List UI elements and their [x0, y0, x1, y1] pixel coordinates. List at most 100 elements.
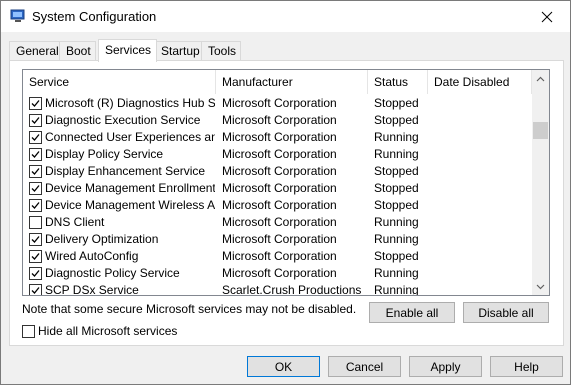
services-panel: Service Manufacturer Status Date Disable…	[9, 60, 564, 346]
scrollbar-thumb[interactable]	[533, 122, 548, 139]
service-checkbox[interactable]	[29, 233, 42, 246]
apply-button[interactable]: Apply	[409, 356, 482, 377]
service-status: Stopped	[374, 113, 419, 127]
service-manufacturer: Microsoft Corporation	[222, 198, 337, 212]
table-row[interactable]: Device Management Enrollment ... Microso…	[23, 180, 532, 197]
checkmark-icon	[31, 117, 40, 124]
table-row[interactable]: Display Policy Service Microsoft Corpora…	[23, 146, 532, 163]
service-manufacturer: Microsoft Corporation	[222, 147, 337, 161]
table-rows: Microsoft (R) Diagnostics Hub St... Micr…	[23, 95, 532, 296]
service-date-disabled	[434, 95, 529, 112]
vertical-scrollbar[interactable]	[532, 70, 549, 295]
service-status: Running	[374, 215, 419, 229]
table-row[interactable]: Diagnostic Execution Service Microsoft C…	[23, 112, 532, 129]
service-checkbox[interactable]	[29, 216, 42, 229]
service-name: Diagnostic Execution Service	[45, 113, 201, 127]
checkmark-icon	[31, 134, 40, 141]
service-checkbox[interactable]	[29, 284, 42, 295]
tab-boot[interactable]: Boot	[59, 41, 96, 61]
hide-microsoft-services-checkbox[interactable]	[22, 325, 35, 338]
service-date-disabled	[434, 146, 529, 163]
help-button[interactable]: Help	[490, 356, 563, 377]
service-checkbox[interactable]	[29, 148, 42, 161]
table-row[interactable]: Connected User Experiences an... Microso…	[23, 129, 532, 146]
secure-services-note: Note that some secure Microsoft services…	[22, 302, 357, 316]
hide-microsoft-services-label: Hide all Microsoft services	[38, 324, 178, 338]
service-manufacturer: Microsoft Corporation	[222, 96, 337, 110]
chevron-up-icon[interactable]	[532, 70, 549, 87]
services-list[interactable]: Service Manufacturer Status Date Disable…	[22, 69, 550, 296]
service-manufacturer: Microsoft Corporation	[222, 266, 337, 280]
tab-startup[interactable]: Startup	[154, 41, 205, 61]
service-name: Display Policy Service	[45, 147, 164, 161]
service-checkbox[interactable]	[29, 199, 42, 212]
service-status: Running	[374, 283, 419, 296]
service-checkbox[interactable]	[29, 182, 42, 195]
checkmark-icon	[31, 168, 40, 175]
column-header-date-disabled[interactable]: Date Disabled	[428, 70, 532, 94]
service-status: Stopped	[374, 249, 419, 263]
service-status: Stopped	[374, 198, 419, 212]
service-checkbox[interactable]	[29, 250, 42, 263]
service-manufacturer: Microsoft Corporation	[222, 130, 337, 144]
service-status: Running	[374, 232, 419, 246]
system-configuration-window: System Configuration General Boot Servic…	[0, 0, 571, 385]
table-row[interactable]: Delivery Optimization Microsoft Corporat…	[23, 231, 532, 248]
service-name: Device Management Enrollment ...	[45, 181, 215, 195]
checkmark-icon	[31, 202, 40, 209]
service-date-disabled	[434, 129, 529, 146]
service-status: Running	[374, 266, 419, 280]
service-date-disabled	[434, 282, 529, 295]
service-date-disabled	[434, 265, 529, 282]
tab-general[interactable]: General	[9, 41, 60, 61]
tab-tools[interactable]: Tools	[201, 41, 241, 61]
service-manufacturer: Microsoft Corporation	[222, 164, 337, 178]
service-status: Running	[374, 147, 419, 161]
column-header-status[interactable]: Status	[368, 70, 428, 94]
service-name: Display Enhancement Service	[45, 164, 206, 178]
service-date-disabled	[434, 163, 529, 180]
service-checkbox[interactable]	[29, 165, 42, 178]
service-date-disabled	[434, 180, 529, 197]
table-row[interactable]: SCP DSx Service Scarlet.Crush Production…	[23, 282, 532, 296]
service-name: Delivery Optimization	[45, 232, 159, 246]
service-manufacturer: Microsoft Corporation	[222, 181, 337, 195]
service-name: Device Management Wireless Ap...	[45, 198, 215, 212]
service-status: Running	[374, 130, 419, 144]
service-name: Diagnostic Policy Service	[45, 266, 180, 280]
disable-all-button[interactable]: Disable all	[463, 302, 549, 323]
table-row[interactable]: Microsoft (R) Diagnostics Hub St... Micr…	[23, 95, 532, 112]
table-row[interactable]: Display Enhancement Service Microsoft Co…	[23, 163, 532, 180]
table-row[interactable]: Device Management Wireless Ap... Microso…	[23, 197, 532, 214]
column-header-manufacturer[interactable]: Manufacturer	[216, 70, 368, 94]
service-status: Stopped	[374, 164, 419, 178]
service-checkbox[interactable]	[29, 267, 42, 280]
system-configuration-icon	[10, 9, 26, 23]
service-checkbox[interactable]	[29, 97, 42, 110]
table-row[interactable]: DNS Client Microsoft Corporation Running	[23, 214, 532, 231]
service-checkbox[interactable]	[29, 114, 42, 127]
service-status: Stopped	[374, 181, 419, 195]
service-manufacturer: Scarlet.Crush Productions	[222, 283, 362, 296]
service-manufacturer: Microsoft Corporation	[222, 249, 337, 263]
table-row[interactable]: Wired AutoConfig Microsoft Corporation S…	[23, 248, 532, 265]
service-status: Stopped	[374, 96, 419, 110]
cancel-button[interactable]: Cancel	[328, 356, 401, 377]
service-checkbox[interactable]	[29, 131, 42, 144]
window-title: System Configuration	[32, 9, 157, 24]
close-icon[interactable]	[524, 1, 570, 32]
chevron-down-icon[interactable]	[532, 278, 549, 295]
column-header-service[interactable]: Service	[23, 70, 216, 94]
table-row[interactable]: Diagnostic Policy Service Microsoft Corp…	[23, 265, 532, 282]
ok-button[interactable]: OK	[247, 356, 320, 377]
enable-all-button[interactable]: Enable all	[369, 302, 455, 323]
checkmark-icon	[31, 253, 40, 260]
service-date-disabled	[434, 112, 529, 129]
checkmark-icon	[31, 185, 40, 192]
service-name: Microsoft (R) Diagnostics Hub St...	[45, 96, 215, 110]
tab-services[interactable]: Services	[98, 39, 157, 62]
service-date-disabled	[434, 197, 529, 214]
service-date-disabled	[434, 214, 529, 231]
service-manufacturer: Microsoft Corporation	[222, 113, 337, 127]
title-bar[interactable]: System Configuration	[1, 1, 570, 32]
